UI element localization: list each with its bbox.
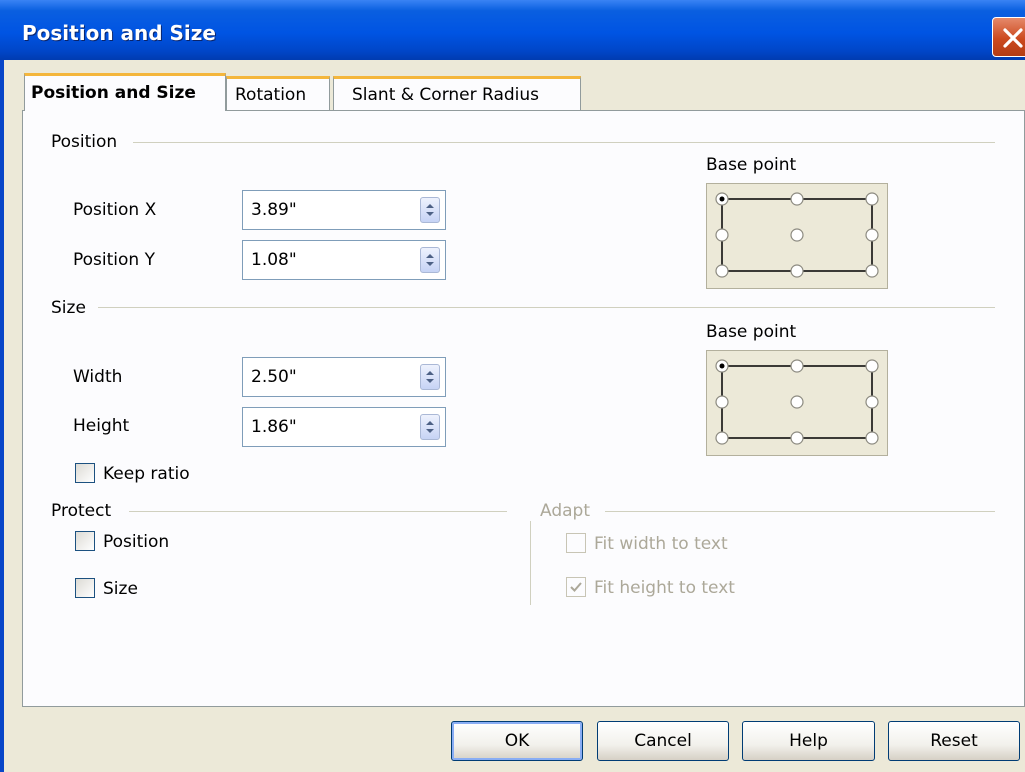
size-base-point-grid[interactable] [706,350,888,456]
dialog-title: Position and Size [22,21,216,45]
tab-rotation-label: Rotation [235,85,307,105]
tab-position-and-size-label: Position and Size [31,83,196,103]
base-point-center[interactable] [790,395,804,409]
protect-size-checkbox[interactable] [75,578,95,598]
base-point-middle-right[interactable] [865,228,879,242]
base-point-top-center[interactable] [790,359,804,373]
base-point-grid-graphic [715,359,879,445]
base-point-top-right[interactable] [865,192,879,206]
protect-position-label[interactable]: Position [103,532,169,552]
width-value: 2.50" [251,367,297,387]
width-spinner[interactable] [420,364,440,390]
position-x-spinner[interactable] [420,197,440,223]
adapt-heading: Adapt [540,501,590,521]
width-field[interactable]: 2.50" [242,357,446,397]
position-x-value: 3.89" [251,200,297,220]
position-divider [133,142,995,143]
help-button[interactable]: Help [742,721,875,761]
tab-slant-corner-radius[interactable]: Slant & Corner Radius [333,76,581,110]
base-point-bottom-right[interactable] [865,264,879,278]
window-frame [0,60,4,772]
base-point-center[interactable] [790,228,804,242]
base-point-top-right[interactable] [865,359,879,373]
position-and-size-dialog: Position and Size Position and Size Rota… [0,0,1025,772]
height-spinner[interactable] [420,414,440,440]
base-point-bottom-left[interactable] [715,431,729,445]
position-y-field[interactable]: 1.08" [242,240,446,280]
adapt-separator [530,521,531,605]
height-field[interactable]: 1.86" [242,407,446,447]
close-icon [1003,28,1023,48]
height-label: Height [73,416,130,436]
protect-heading: Protect [51,501,112,521]
base-point-bottom-center[interactable] [790,264,804,278]
width-label: Width [73,367,123,387]
base-point-middle-left[interactable] [715,395,729,409]
base-point-selected-dot [719,363,725,369]
spinner-arrows-icon [426,421,434,433]
keep-ratio-checkbox[interactable] [75,463,95,483]
position-y-label: Position Y [73,250,155,270]
size-heading: Size [51,298,86,318]
height-value: 1.86" [251,417,297,437]
ok-button[interactable]: OK [451,721,583,761]
fit-width-checkbox[interactable] [566,533,586,553]
position-base-point-grid[interactable] [706,183,888,289]
tab-panel: Position Position X 3.89" Position Y 1.0… [22,110,1025,707]
close-button[interactable] [992,17,1025,57]
position-base-point-label: Base point [706,155,797,175]
position-x-label: Position X [73,200,157,220]
base-point-grid-graphic [715,192,879,278]
spinner-arrows-icon [426,371,434,383]
tab-rotation[interactable]: Rotation [226,76,330,110]
size-divider [98,307,995,308]
keep-ratio-label[interactable]: Keep ratio [103,464,190,484]
title-bar[interactable]: Position and Size [0,0,1025,60]
position-y-spinner[interactable] [420,247,440,273]
base-point-bottom-right[interactable] [865,431,879,445]
tab-slant-corner-radius-label: Slant & Corner Radius [352,85,540,105]
reset-button[interactable]: Reset [888,721,1020,761]
position-y-value: 1.08" [251,250,297,270]
protect-position-checkbox[interactable] [75,531,95,551]
base-point-bottom-center[interactable] [790,431,804,445]
spinner-arrows-icon [426,204,434,216]
tab-position-and-size[interactable]: Position and Size [24,73,226,111]
fit-width-label[interactable]: Fit width to text [594,534,728,554]
base-point-middle-left[interactable] [715,228,729,242]
base-point-top-center[interactable] [790,192,804,206]
fit-height-label[interactable]: Fit height to text [594,578,735,598]
position-heading: Position [51,132,118,152]
protect-divider [129,511,507,512]
position-x-field[interactable]: 3.89" [242,190,446,230]
checkmark-icon [570,582,582,592]
fit-height-checkbox[interactable] [566,577,586,597]
adapt-divider [605,511,995,512]
spinner-arrows-icon [426,254,434,266]
base-point-selected-dot [719,196,725,202]
size-base-point-label: Base point [706,322,797,342]
base-point-middle-right[interactable] [865,395,879,409]
base-point-bottom-left[interactable] [715,264,729,278]
cancel-button[interactable]: Cancel [597,721,729,761]
protect-size-label[interactable]: Size [103,579,138,599]
